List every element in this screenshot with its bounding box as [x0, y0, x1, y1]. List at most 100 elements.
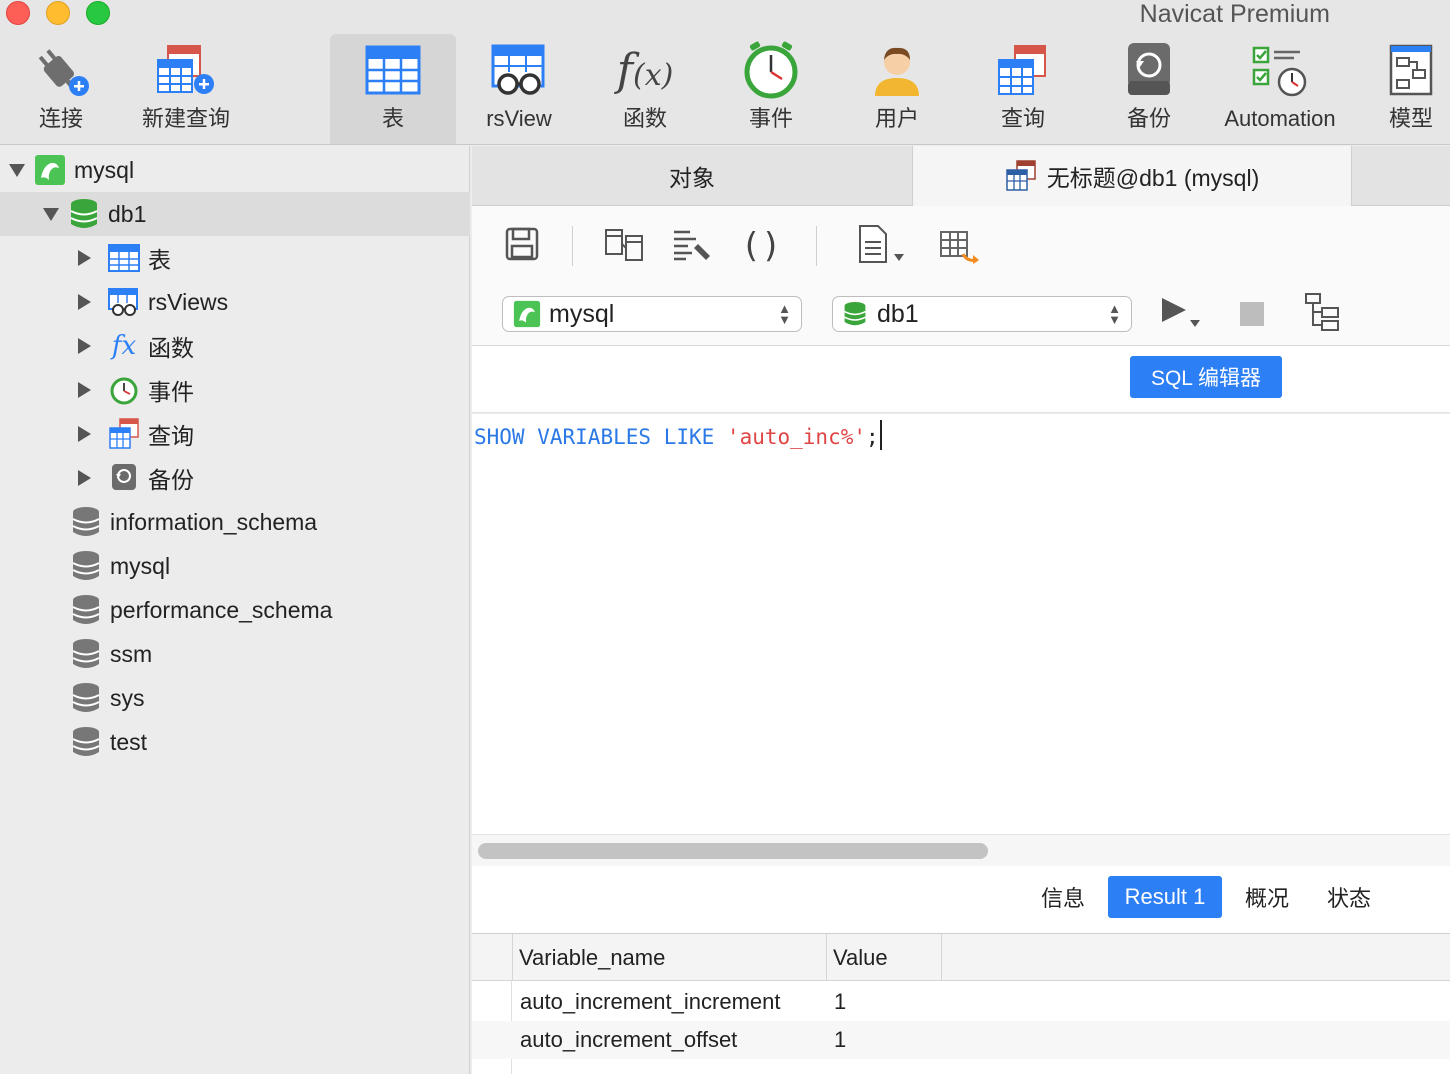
database-icon: [70, 638, 102, 670]
new-query-icon: [151, 34, 221, 106]
tree-database-test[interactable]: test: [0, 720, 470, 764]
parentheses-icon: (): [744, 226, 784, 266]
column-header-label: Variable_name: [519, 944, 666, 970]
table-row[interactable]: auto_increment_increment 1: [472, 983, 1450, 1021]
sql-string: 'auto_inc%': [726, 425, 866, 449]
tree-label: ssm: [110, 640, 153, 667]
disclosure-right-icon[interactable]: [78, 470, 108, 486]
sql-editor-mode-badge[interactable]: SQL 编辑器: [1130, 356, 1282, 398]
table-row[interactable]: auto_increment_offset 1: [472, 1021, 1450, 1059]
cell-variable-name[interactable]: auto_increment_increment: [520, 989, 780, 1015]
run-button[interactable]: [1156, 292, 1206, 336]
sql-terminator: ;: [866, 425, 879, 449]
toolbar-model-button[interactable]: 模型: [1378, 34, 1444, 144]
disclosure-right-icon[interactable]: [78, 250, 108, 266]
column-header-label: Value: [833, 944, 888, 970]
connection-select[interactable]: mysql ▲ ▼: [502, 296, 802, 332]
function-icon: fx: [111, 331, 137, 361]
toolbar-table-button[interactable]: 表: [330, 34, 456, 144]
save-icon: [504, 226, 540, 267]
toolbar-query-button[interactable]: 查询: [986, 34, 1060, 144]
tab-info[interactable]: 信息: [1028, 876, 1098, 918]
document-icon: [854, 224, 910, 269]
clock-icon: [736, 34, 806, 106]
sql-keyword: LIKE: [663, 425, 715, 449]
column-header-variable-name[interactable]: Variable_name: [512, 934, 828, 981]
toolbar-label: 连接: [38, 106, 83, 131]
cell-variable-name[interactable]: auto_increment_offset: [520, 1027, 737, 1053]
tree-label: 函数: [148, 335, 194, 361]
tree-group-tables[interactable]: 表: [0, 236, 470, 280]
save-button[interactable]: [500, 224, 544, 268]
tree-label: performance_schema: [110, 596, 333, 623]
toolbar-user-button[interactable]: 用户: [860, 34, 934, 144]
toolbar-backup-button[interactable]: 备份: [1112, 34, 1186, 144]
beautify-sql-button[interactable]: [670, 224, 714, 268]
toolbar-automation-button[interactable]: Automation: [1218, 34, 1342, 144]
cell-value[interactable]: 1: [834, 1027, 846, 1053]
tree-database-ssm[interactable]: ssm: [0, 632, 470, 676]
query-icon: [988, 34, 1058, 106]
explain-button[interactable]: [1300, 292, 1344, 336]
disclosure-down-icon[interactable]: [34, 207, 68, 221]
toolbar-new-query-button[interactable]: 新建查询: [138, 34, 234, 144]
play-icon: [1158, 292, 1204, 337]
result-tabs: 信息 Result 1 概况 状态: [472, 866, 1450, 934]
tree-database-sys[interactable]: sys: [0, 676, 470, 720]
toolbar-divider: [816, 226, 817, 266]
clock-icon: [108, 374, 140, 406]
close-window-button[interactable]: [6, 1, 30, 25]
explain-tree-icon: [1302, 292, 1342, 337]
tab-label: Result 1: [1124, 884, 1206, 909]
tab-overview[interactable]: 概况: [1232, 876, 1302, 918]
plug-icon: [26, 34, 96, 106]
column-header-value[interactable]: Value: [826, 934, 942, 981]
tree-label: sys: [110, 684, 145, 711]
disclosure-right-icon[interactable]: [78, 426, 108, 442]
stepper-arrows-icon: ▲ ▼: [778, 301, 791, 327]
database-icon: [70, 726, 102, 758]
toolbar-view-button[interactable]: rsView: [478, 34, 560, 144]
tab-status[interactable]: 状态: [1314, 876, 1384, 918]
stop-button[interactable]: [1230, 292, 1274, 336]
toolbar-connect-button[interactable]: 连接: [20, 34, 102, 144]
tree-group-queries[interactable]: 查询: [0, 412, 470, 456]
tab-query-untitled[interactable]: 无标题@db1 (mysql): [912, 146, 1352, 206]
export-result-button[interactable]: [938, 224, 982, 268]
grid-header: Variable_name Value: [472, 934, 1450, 981]
tab-result-1[interactable]: Result 1: [1108, 876, 1222, 918]
result-grid[interactable]: Variable_name Value auto_increment_incre…: [472, 934, 1450, 1074]
disclosure-down-icon[interactable]: [0, 163, 34, 177]
tree-label: information_schema: [110, 508, 318, 535]
minimize-window-button[interactable]: [46, 1, 70, 25]
tree-connection-mysql[interactable]: mysql: [0, 148, 470, 192]
query-builder-button[interactable]: [602, 224, 646, 268]
tree-database-mysql[interactable]: mysql: [0, 544, 470, 588]
code-snippet-button[interactable]: (): [742, 224, 786, 268]
editor-horizontal-scrollbar[interactable]: [472, 834, 1450, 866]
scrollbar-thumb[interactable]: [478, 843, 988, 859]
disclosure-right-icon[interactable]: [78, 338, 108, 354]
text-options-button[interactable]: [852, 224, 912, 268]
toolbar-event-button[interactable]: 事件: [734, 34, 808, 144]
disclosure-right-icon[interactable]: [78, 294, 108, 310]
cell-value[interactable]: 1: [834, 989, 846, 1015]
toolbar-label: 新建查询: [141, 106, 230, 131]
tree-group-functions[interactable]: fx 函数: [0, 324, 470, 368]
backup-icon: [108, 462, 140, 494]
tree-group-events[interactable]: 事件: [0, 368, 470, 412]
toolbar-label: 模型: [1388, 106, 1433, 131]
tree-group-views[interactable]: rsViews: [0, 280, 470, 324]
disclosure-right-icon[interactable]: [78, 382, 108, 398]
tree-database-performance-schema[interactable]: performance_schema: [0, 588, 470, 632]
zoom-window-button[interactable]: [86, 1, 110, 25]
tree-database-information-schema[interactable]: information_schema: [0, 500, 470, 544]
tab-label: 无标题@db1 (mysql): [1046, 165, 1260, 191]
tree-database-db1[interactable]: db1: [0, 192, 470, 236]
database-select[interactable]: db1 ▲ ▼: [832, 296, 1132, 332]
toolbar-divider: [572, 226, 573, 266]
tab-objects[interactable]: 对象: [472, 146, 912, 206]
sql-editor[interactable]: SHOW VARIABLES LIKE 'auto_inc%';: [472, 414, 1450, 834]
tree-group-backups[interactable]: 备份: [0, 456, 470, 500]
toolbar-function-button[interactable]: f(x) 函数: [608, 34, 682, 144]
